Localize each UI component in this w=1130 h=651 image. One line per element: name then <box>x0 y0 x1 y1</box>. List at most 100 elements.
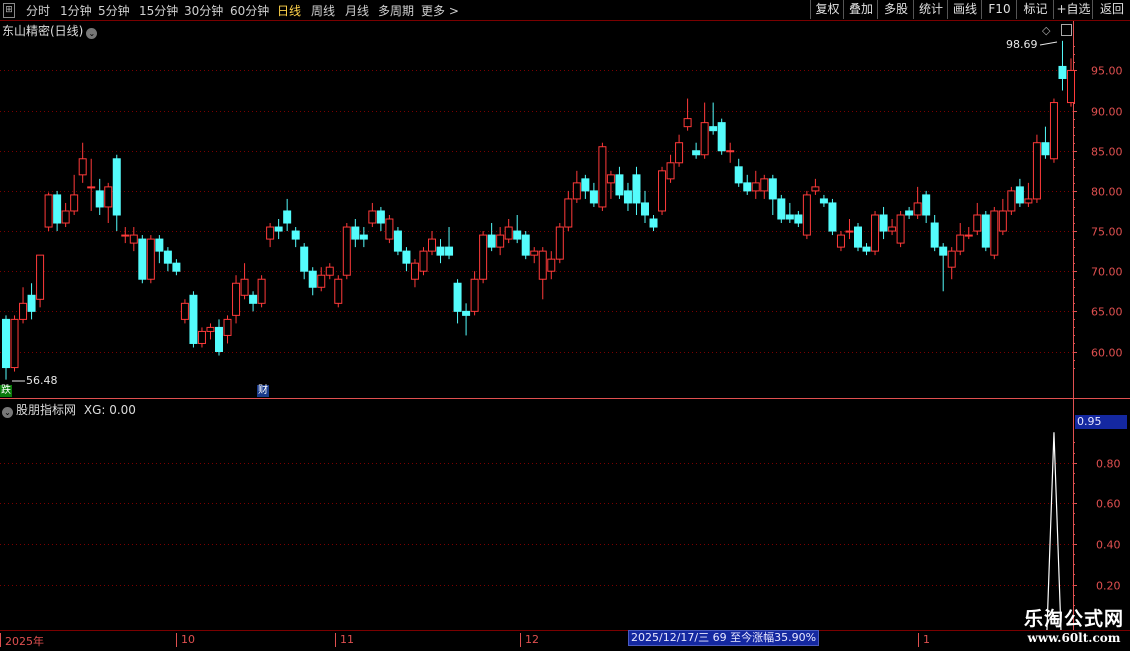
indicator-tick-label: 0.80 <box>1096 458 1121 471</box>
date-axis: 2025年10111212 <box>0 630 1130 651</box>
candle-body-down <box>376 210 385 224</box>
watermark-url: www.60lt.com <box>1027 631 1121 645</box>
candle-body-up <box>845 230 854 233</box>
candle-body-down <box>581 178 590 192</box>
candle-body-up <box>538 250 547 280</box>
candle-body-down <box>623 190 632 204</box>
candle-body-up <box>751 182 760 192</box>
candle-body-up <box>802 194 811 236</box>
indicator-tick-label: 0.60 <box>1096 498 1121 511</box>
candle-body-down <box>274 226 283 232</box>
date-tick-0: 2025年 <box>0 633 44 648</box>
candle-body-down <box>95 190 104 208</box>
candle-body-down <box>879 214 888 232</box>
candle-body-up <box>760 178 769 192</box>
indicator-value-tag: 0.95 <box>1075 415 1127 429</box>
candle-body-up <box>606 174 615 184</box>
candle-body-up <box>947 250 956 268</box>
candle-body-up <box>197 330 206 344</box>
candle-body-up <box>964 234 973 237</box>
candle-body-down <box>785 214 794 220</box>
candle-body-down <box>155 238 164 252</box>
candle-body-down <box>249 294 258 304</box>
candle-body-up <box>129 234 138 244</box>
candle-body-up <box>232 282 241 316</box>
candle-body-up <box>675 142 684 164</box>
candle-body-up <box>726 150 735 153</box>
price-tick-label: 80.00 <box>1091 186 1123 199</box>
candle-body-up <box>180 302 189 320</box>
candle-body-down <box>922 194 931 216</box>
candle-body-up <box>973 214 982 232</box>
range-gain-label: 2025/12/17/三 69 至今涨幅35.90% <box>628 630 820 646</box>
watermark-title: 乐淘公式网 <box>1023 608 1124 630</box>
candle-body-down <box>717 122 726 152</box>
candle-body-down <box>709 126 718 132</box>
candle-body-down <box>215 326 223 353</box>
candle-body-down <box>351 226 360 240</box>
candle-body-up <box>428 238 436 252</box>
candle-body-down <box>981 214 990 248</box>
candle-body-up <box>223 318 232 336</box>
candle-body-up <box>496 234 505 248</box>
price-tick-label: 60.00 <box>1091 347 1123 360</box>
candle-body-down <box>649 218 658 228</box>
date-tick-3: 12 <box>520 633 539 647</box>
candle-body-up <box>334 278 343 304</box>
candle-body-down <box>905 210 914 216</box>
candle-body-down <box>734 166 743 184</box>
candle-body-up <box>504 226 513 240</box>
candle-body-down <box>359 234 368 240</box>
candle-body-up <box>658 170 667 212</box>
candle-body-down <box>768 178 777 200</box>
candle-body-up <box>368 210 377 224</box>
indicator-tick-label: 0.40 <box>1096 539 1121 552</box>
candle-body-up <box>419 250 428 272</box>
candle-body-down <box>172 262 181 272</box>
candle-body-up <box>146 238 155 280</box>
event-marker-cai[interactable]: 财 <box>257 385 269 397</box>
candle-body-up <box>1049 102 1058 160</box>
candle-body-down <box>27 294 36 312</box>
candle-body-down <box>930 222 939 248</box>
candle-body-down <box>513 230 522 240</box>
price-tick-label: 65.00 <box>1091 306 1123 319</box>
candle-body-up <box>700 122 709 156</box>
candle-body-down <box>445 246 454 256</box>
candle-body-up <box>10 318 19 369</box>
candle-body-up <box>547 258 556 272</box>
candle-body-down <box>1015 186 1024 204</box>
candle-body-down <box>692 150 701 156</box>
watermark: 乐淘公式网 www.60lt.com <box>1024 604 1124 645</box>
candle-body-up <box>44 194 53 228</box>
candle-body-down <box>163 250 172 264</box>
candle-body-up <box>410 262 419 280</box>
candlestick-chart[interactable]: 60.00 65.00 70.00 75.00 80.00 85.00 90.00 95.00… <box>0 0 1130 650</box>
candle-body-up <box>240 278 249 296</box>
chevron-down-icon[interactable]: ⌄ <box>2 407 13 418</box>
candle-body-down <box>453 282 462 312</box>
candle-body-up <box>530 250 539 256</box>
candle-body-down <box>819 198 828 204</box>
high-price-label: 98.69 <box>1006 38 1038 51</box>
date-tick-2: 11 <box>335 633 354 647</box>
candle-body-down <box>308 270 317 288</box>
candle-body-up <box>871 214 880 252</box>
candle-body-up <box>683 118 692 128</box>
candle-body-down <box>632 174 641 204</box>
candle-body-up <box>1032 142 1041 200</box>
candle-body-up <box>385 218 394 240</box>
candle-body-up <box>572 182 581 200</box>
candle-body-down <box>777 198 786 220</box>
event-marker-die[interactable]: 跌 <box>0 385 12 397</box>
candle-body-down <box>939 246 948 256</box>
candle-body-up <box>36 254 45 300</box>
candle-body-down <box>487 234 496 248</box>
candle-body-up <box>87 186 96 189</box>
candle-body-down <box>641 202 649 216</box>
candle-body-up <box>470 278 479 312</box>
candle-body-down <box>393 230 402 252</box>
candle-body-up <box>666 162 675 180</box>
date-tick-1: 10 <box>176 633 195 647</box>
candle-body-down <box>1058 65 1067 79</box>
